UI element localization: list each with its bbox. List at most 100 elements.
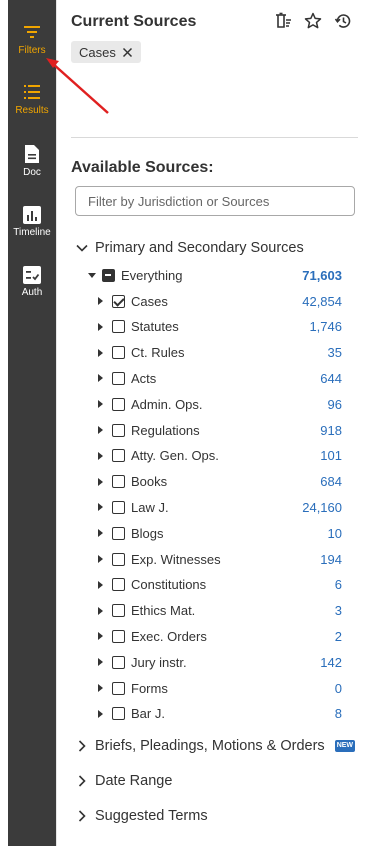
caret-right-icon[interactable] bbox=[95, 554, 105, 564]
source-checkbox[interactable] bbox=[112, 320, 125, 334]
source-checkbox[interactable] bbox=[112, 346, 125, 360]
caret-right-icon[interactable] bbox=[95, 502, 105, 512]
tree-count: 24,160 bbox=[302, 499, 342, 515]
tree-row[interactable]: Books 684 bbox=[87, 472, 342, 492]
caret-right-icon[interactable] bbox=[95, 348, 105, 358]
sidebar-item-doc[interactable]: Doc bbox=[8, 144, 56, 178]
source-checkbox[interactable] bbox=[112, 423, 125, 437]
tree-count: 3 bbox=[334, 603, 342, 619]
source-checkbox[interactable] bbox=[112, 475, 125, 489]
tree-label: Books bbox=[131, 474, 168, 490]
source-checkbox[interactable] bbox=[112, 681, 125, 695]
tree-row[interactable]: Constitutions 6 bbox=[87, 575, 342, 595]
tree-count: 1,746 bbox=[309, 319, 342, 335]
caret-right-icon[interactable] bbox=[95, 580, 105, 590]
caret-right-icon[interactable] bbox=[95, 477, 105, 487]
sidebar-item-filters[interactable]: Filters bbox=[8, 22, 56, 56]
tree-label: Ct. Rules bbox=[131, 345, 185, 361]
tree-row[interactable]: Exp. Witnesses 194 bbox=[87, 549, 342, 569]
tree-row-everything[interactable]: Everything 71,603 bbox=[87, 265, 342, 285]
left-rail bbox=[0, 0, 8, 846]
tree-row[interactable]: Cases 42,854 bbox=[87, 291, 342, 311]
tree-row[interactable]: Blogs 10 bbox=[87, 523, 342, 543]
tree-row[interactable]: Acts 644 bbox=[87, 368, 342, 388]
tree-row[interactable]: Bar J. 8 bbox=[87, 704, 342, 724]
source-filter-input[interactable] bbox=[75, 186, 355, 216]
checkbox-everything[interactable] bbox=[102, 268, 115, 282]
tree-row[interactable]: Jury instr. 142 bbox=[87, 652, 342, 672]
filter-icon bbox=[24, 26, 40, 38]
tree-label: Blogs bbox=[131, 525, 164, 541]
source-checkbox[interactable] bbox=[112, 526, 125, 540]
source-checkbox[interactable] bbox=[112, 449, 125, 463]
source-checkbox[interactable] bbox=[112, 707, 125, 721]
tree-label: Regulations bbox=[131, 422, 200, 438]
caret-right-icon[interactable] bbox=[95, 683, 105, 693]
sidebar-item-label: Doc bbox=[23, 167, 41, 178]
chip-label: Cases bbox=[79, 44, 116, 60]
caret-right-icon[interactable] bbox=[95, 296, 105, 306]
section-primary-sources[interactable]: Primary and Secondary Sources bbox=[75, 240, 304, 256]
section-date-range[interactable]: Date Range bbox=[75, 773, 172, 789]
caret-right-icon[interactable] bbox=[95, 657, 105, 667]
star-icon[interactable] bbox=[304, 12, 322, 30]
tree-count: 2 bbox=[334, 628, 342, 644]
chevron-right-icon bbox=[78, 810, 86, 822]
caret-right-icon[interactable] bbox=[95, 451, 105, 461]
source-checkbox[interactable] bbox=[112, 604, 125, 618]
tree-row[interactable]: Atty. Gen. Ops. 101 bbox=[87, 446, 342, 466]
tree-label: Constitutions bbox=[131, 577, 207, 593]
tree-row[interactable]: Law J. 24,160 bbox=[87, 497, 342, 517]
caret-right-icon[interactable] bbox=[95, 322, 105, 332]
tree-label: Admin. Ops. bbox=[131, 396, 203, 412]
tree-count: 71,603 bbox=[302, 267, 342, 283]
tree-row[interactable]: Exec. Orders 2 bbox=[87, 626, 342, 646]
document-icon bbox=[25, 145, 39, 163]
section-label: Primary and Secondary Sources bbox=[95, 240, 304, 256]
tree-count: 918 bbox=[320, 422, 342, 438]
tree-row[interactable]: Admin. Ops. 96 bbox=[87, 394, 342, 414]
tree-label: Atty. Gen. Ops. bbox=[131, 448, 219, 464]
caret-down-icon[interactable] bbox=[87, 270, 97, 280]
chevron-right-icon bbox=[78, 740, 86, 752]
caret-right-icon[interactable] bbox=[95, 373, 105, 383]
tree-row[interactable]: Regulations 918 bbox=[87, 420, 342, 440]
tree-row[interactable]: Ethics Mat. 3 bbox=[87, 601, 342, 621]
list-icon bbox=[24, 85, 40, 99]
caret-right-icon[interactable] bbox=[95, 399, 105, 409]
caret-right-icon[interactable] bbox=[95, 709, 105, 719]
source-checkbox[interactable] bbox=[112, 578, 125, 592]
tree-row[interactable]: Ct. Rules 35 bbox=[87, 343, 342, 363]
caret-right-icon[interactable] bbox=[95, 425, 105, 435]
sidebar-item-results[interactable]: Results bbox=[8, 82, 56, 116]
source-checkbox[interactable] bbox=[112, 371, 125, 385]
history-icon[interactable] bbox=[334, 12, 352, 30]
tree-label: Jury instr. bbox=[131, 654, 187, 670]
bar-chart-icon bbox=[23, 206, 41, 224]
tree-label: Cases bbox=[131, 293, 168, 309]
section-suggested-terms[interactable]: Suggested Terms bbox=[75, 808, 208, 824]
caret-right-icon[interactable] bbox=[95, 631, 105, 641]
close-icon[interactable] bbox=[122, 47, 133, 58]
tree-row[interactable]: Forms 0 bbox=[87, 678, 342, 698]
source-checkbox[interactable] bbox=[112, 294, 125, 308]
clear-filters-icon[interactable] bbox=[274, 12, 292, 30]
sidebar-item-timeline[interactable]: Timeline bbox=[8, 206, 56, 238]
filters-panel: Current Sources Cases Available Sources:… bbox=[56, 0, 370, 846]
tree-count: 644 bbox=[320, 370, 342, 386]
sidebar-item-auth[interactable]: Auth bbox=[8, 266, 56, 298]
tree-label: Exp. Witnesses bbox=[131, 551, 221, 567]
source-checkbox[interactable] bbox=[112, 500, 125, 514]
tree-count: 6 bbox=[334, 577, 342, 593]
tree-count: 194 bbox=[320, 551, 342, 567]
caret-right-icon[interactable] bbox=[95, 528, 105, 538]
source-checkbox[interactable] bbox=[112, 655, 125, 669]
tree-row[interactable]: Statutes 1,746 bbox=[87, 317, 342, 337]
caret-right-icon[interactable] bbox=[95, 606, 105, 616]
tree-count: 8 bbox=[334, 706, 342, 722]
section-briefs[interactable]: Briefs, Pleadings, Motions & Orders NEW bbox=[75, 738, 356, 754]
source-checkbox[interactable] bbox=[112, 629, 125, 643]
source-checkbox[interactable] bbox=[112, 397, 125, 411]
source-checkbox[interactable] bbox=[112, 552, 125, 566]
available-sources-title: Available Sources: bbox=[71, 159, 214, 176]
